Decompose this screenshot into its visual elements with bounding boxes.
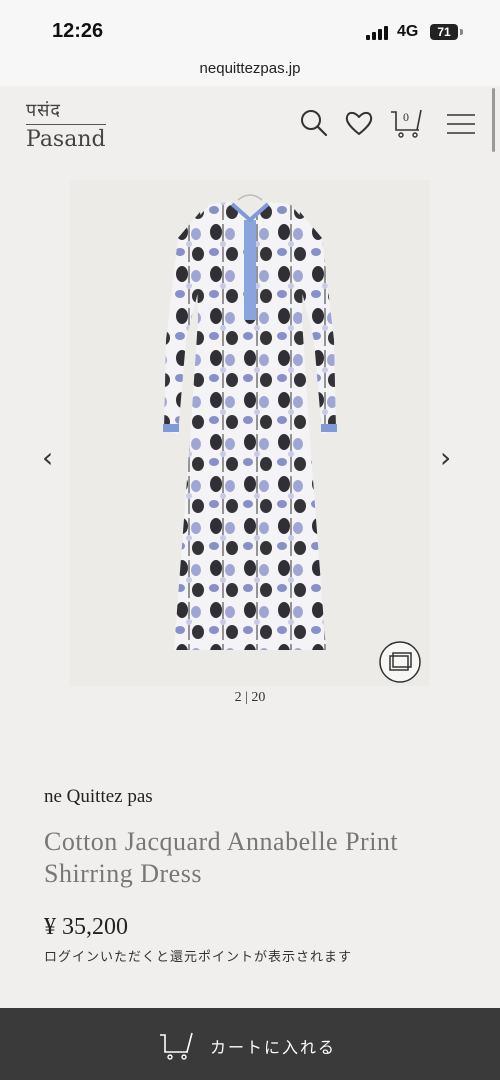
status-bar: 12:26 4G 71 — [0, 0, 500, 56]
add-to-cart-button[interactable]: カートに入れる — [0, 1008, 500, 1080]
url-bar[interactable]: nequittezpas.jp — [0, 56, 500, 86]
search-icon[interactable] — [300, 108, 328, 138]
add-to-cart-label: カートに入れる — [210, 1038, 337, 1057]
product-image — [70, 180, 430, 686]
status-time: 12:26 — [52, 20, 104, 42]
product-title: Cotton Jacquard Annabelle Print Shirring… — [44, 827, 399, 888]
price: ¥ 35,200 — [44, 914, 128, 940]
site-header: पसंद Pasand 0 — [0, 86, 500, 166]
logo-latin: Pasand — [26, 124, 106, 152]
cart-count: 0 — [403, 110, 409, 124]
product-gallery[interactable] — [70, 180, 430, 686]
logo-devanagari: पसंद — [26, 100, 61, 121]
battery-tip — [460, 29, 463, 35]
scrollbar[interactable] — [492, 88, 495, 152]
network-type: 4G — [397, 23, 419, 40]
cart-icon[interactable]: 0 — [389, 106, 429, 140]
cart-icon — [160, 1032, 193, 1060]
next-arrow-icon[interactable]: › — [440, 444, 451, 472]
points-note: ログインいただくと還元ポイントが表示されます — [44, 950, 353, 965]
menu-icon[interactable] — [446, 112, 476, 136]
gallery-pager: 2 | 20 — [234, 690, 266, 705]
prev-arrow-icon[interactable]: ‹ — [42, 444, 53, 472]
battery-icon: 71 — [430, 24, 458, 40]
signal-icon — [366, 26, 388, 40]
gallery-view-icon[interactable] — [378, 640, 422, 684]
heart-icon[interactable] — [344, 108, 374, 138]
brand-name[interactable]: ne Quittez pas — [44, 786, 153, 808]
